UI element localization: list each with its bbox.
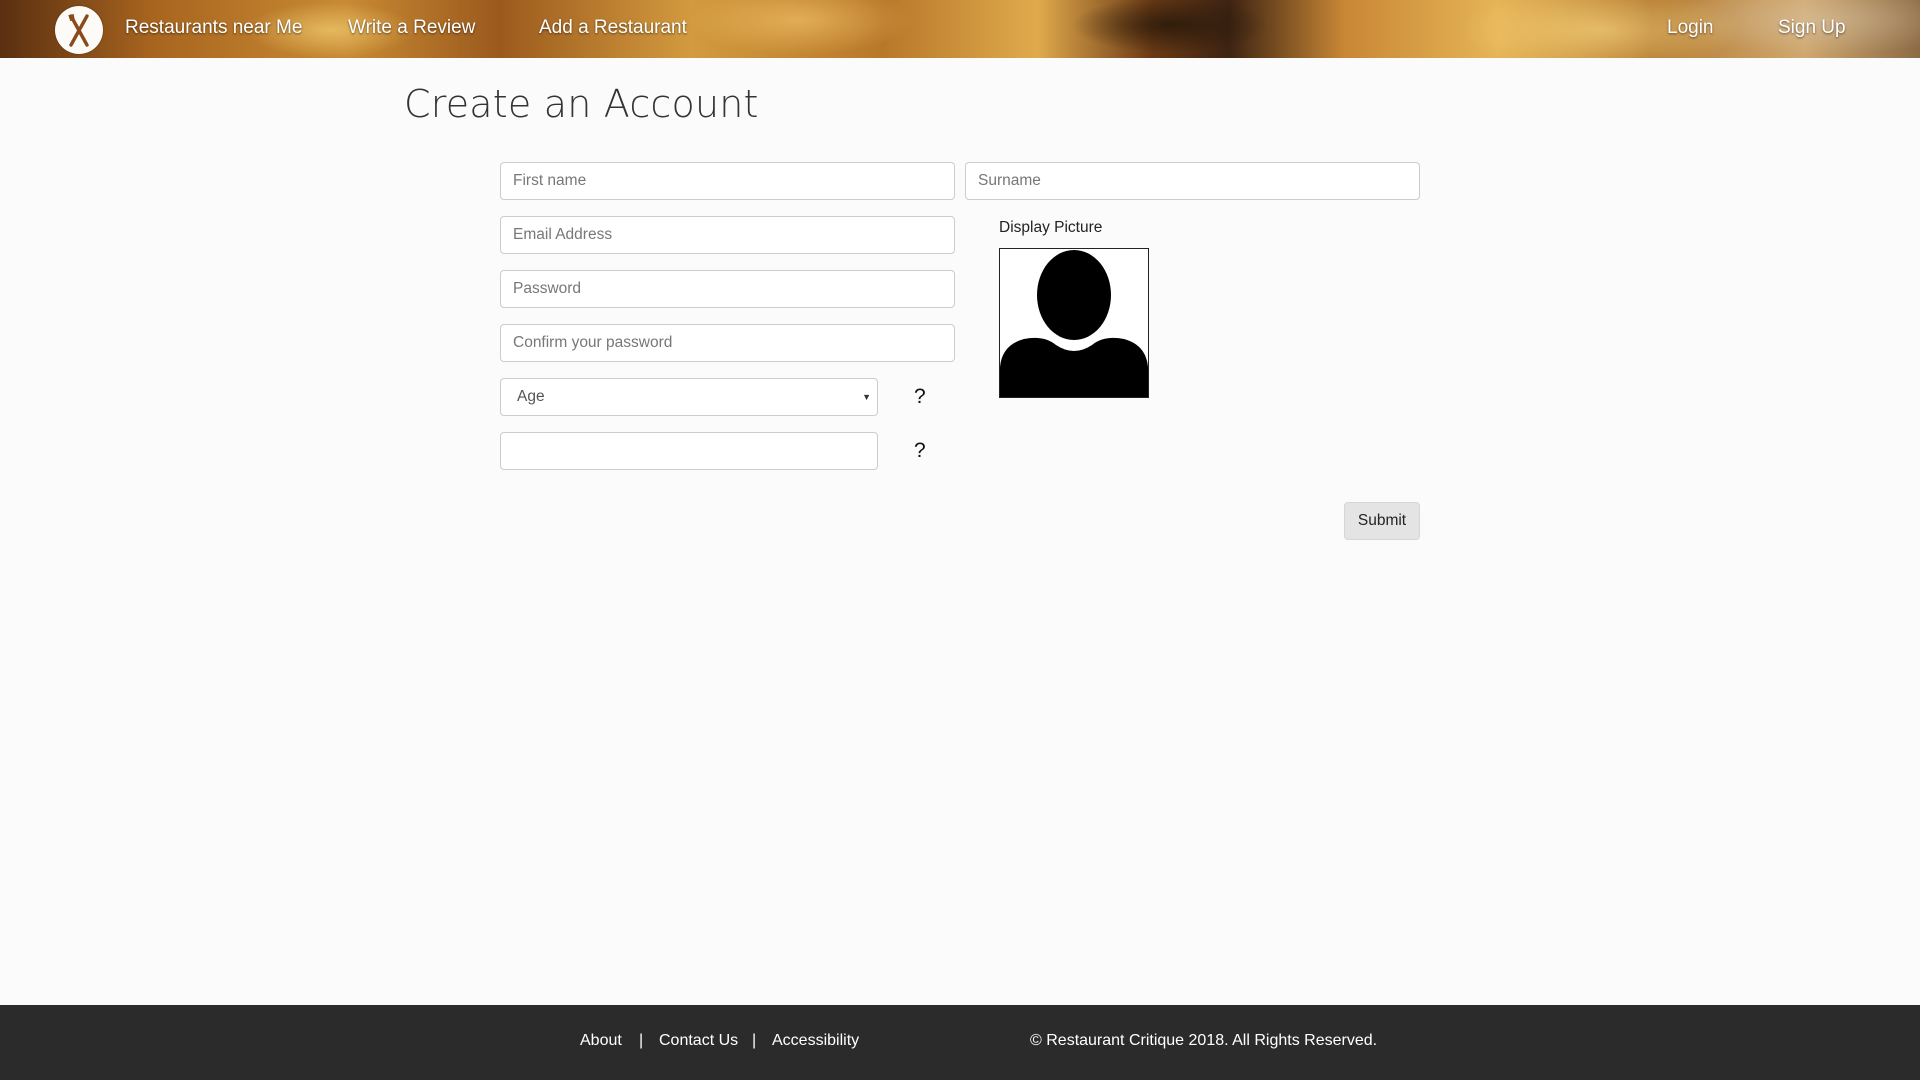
surname-input[interactable] — [965, 162, 1420, 200]
page-title: Create an Account — [404, 82, 759, 126]
footer-separator: | — [752, 1032, 757, 1049]
confirm-password-input[interactable] — [500, 324, 955, 362]
nav-add-restaurant[interactable]: Add a Restaurant — [539, 17, 687, 39]
footer-accessibility-link[interactable]: Accessibility — [772, 1032, 859, 1050]
footer-separator: | — [639, 1032, 644, 1049]
first-name-input[interactable] — [500, 162, 955, 200]
nav-write-review[interactable]: Write a Review — [348, 17, 475, 39]
age-select-value: Age — [517, 388, 545, 405]
footer-about-link[interactable]: About — [580, 1032, 622, 1050]
nav-sign-up[interactable]: Sign Up — [1778, 17, 1846, 39]
age-help-icon[interactable]: ? — [914, 385, 926, 409]
user-silhouette-icon — [1000, 249, 1148, 397]
home-logo[interactable] — [55, 6, 103, 54]
nav-restaurants-near-me[interactable]: Restaurants near Me — [125, 17, 302, 39]
footer-copyright: © Restaurant Critique 2018. All Rights R… — [1030, 1032, 1378, 1049]
extra-field-input[interactable] — [500, 432, 878, 470]
extra-field-help-icon[interactable]: ? — [914, 439, 926, 463]
top-navbar: Restaurants near Me Write a Review Add a… — [0, 0, 1920, 58]
password-input[interactable] — [500, 270, 955, 308]
chevron-down-icon: ▼ — [862, 392, 871, 402]
nav-login[interactable]: Login — [1667, 17, 1714, 39]
footer-contact-link[interactable]: Contact Us — [659, 1032, 738, 1050]
age-select[interactable]: Age ▼ — [500, 378, 878, 416]
footer: About | Contact Us | Accessibility © Res… — [0, 1005, 1920, 1080]
fork-knife-icon — [68, 13, 89, 47]
email-input[interactable] — [500, 216, 955, 254]
display-picture-upload[interactable] — [999, 248, 1149, 398]
submit-button[interactable]: Submit — [1344, 502, 1420, 540]
display-picture-label: Display Picture — [999, 219, 1103, 236]
